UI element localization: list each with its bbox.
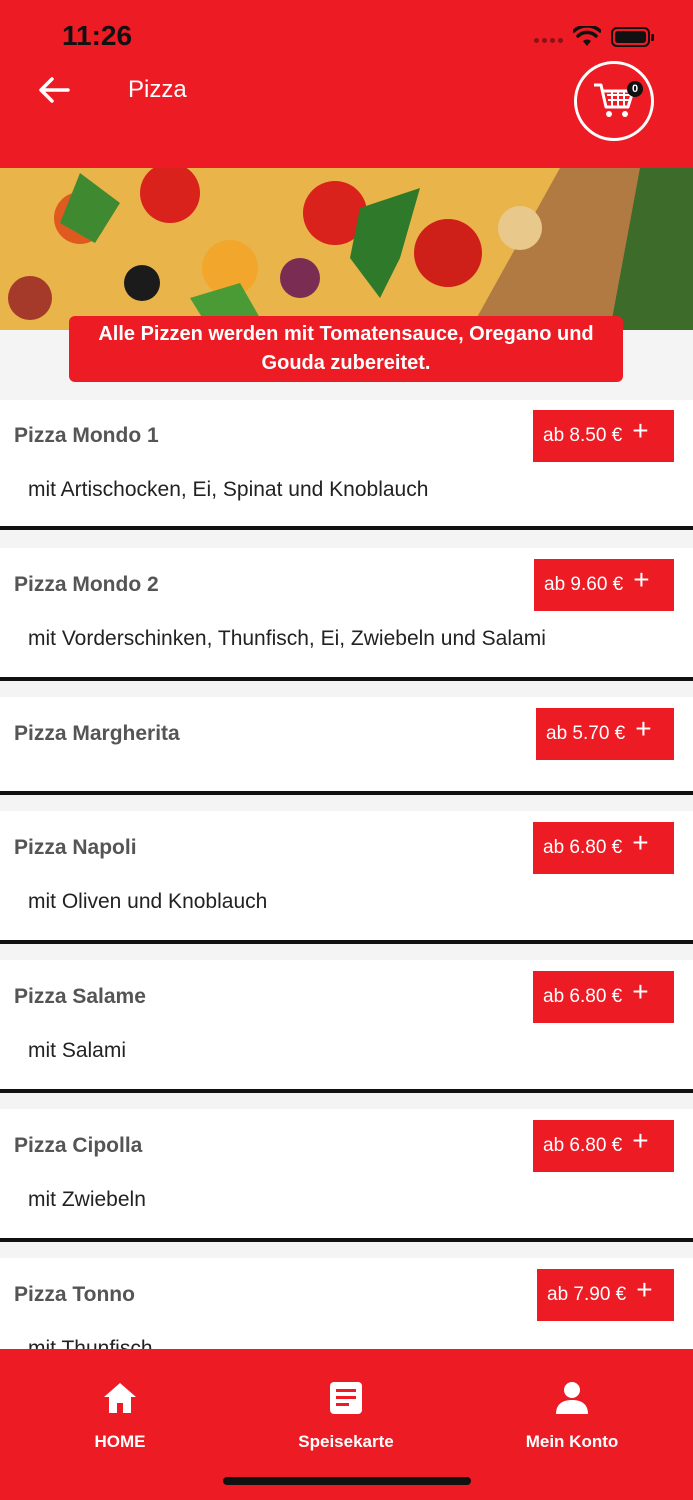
cart-button[interactable]: 0 — [574, 61, 654, 141]
signal-icon — [534, 32, 563, 43]
price-label: ab 8.50 € — [543, 425, 623, 446]
menu-item[interactable]: Pizza Salame ab 6.80 € + mit Salami — [0, 960, 693, 1093]
nav-account[interactable]: Mein Konto — [487, 1381, 657, 1452]
add-price-button[interactable]: ab 6.80 € + — [533, 822, 674, 874]
plus-icon: + — [632, 827, 649, 858]
pizza-illustration — [0, 168, 693, 330]
nav-account-label: Mein Konto — [525, 1432, 619, 1451]
plus-icon: + — [632, 976, 649, 1007]
menu-item[interactable]: Pizza Mondo 2 ab 9.60 € + mit Vorderschi… — [0, 548, 693, 681]
plus-icon: + — [635, 713, 652, 744]
price-label: ab 7.90 € — [547, 1284, 627, 1305]
item-name: Pizza Mondo 1 — [14, 424, 159, 447]
menu-item[interactable]: Pizza Mondo 1 ab 8.50 € + mit Artischock… — [0, 400, 693, 530]
add-price-button[interactable]: ab 6.80 € + — [533, 1120, 674, 1172]
user-icon — [556, 1382, 588, 1414]
item-name: Pizza Tonno — [14, 1283, 135, 1306]
nav-menu-label: Speisekarte — [298, 1432, 394, 1451]
price-label: ab 5.70 € — [546, 723, 626, 744]
page-title: Pizza — [128, 76, 187, 103]
nav-home-label: HOME — [94, 1432, 146, 1451]
status-time: 11:26 — [62, 20, 133, 51]
hero-pizza-image — [0, 168, 693, 330]
nav-menu[interactable]: Speisekarte — [261, 1381, 431, 1452]
item-name: Pizza Cipolla — [14, 1134, 143, 1157]
nav-home[interactable]: HOME — [35, 1381, 205, 1452]
plus-icon: + — [636, 1274, 653, 1305]
back-button[interactable] — [36, 72, 72, 108]
menu-item[interactable]: Pizza Cipolla ab 6.80 € + mit Zwiebeln — [0, 1109, 693, 1242]
price-label: ab 9.60 € — [544, 574, 624, 595]
menu-item[interactable]: Pizza Napoli ab 6.80 € + mit Oliven und … — [0, 811, 693, 944]
add-price-button[interactable]: ab 7.90 € + — [537, 1269, 674, 1321]
menu-item[interactable]: Pizza Margherita ab 5.70 € + — [0, 697, 693, 795]
add-price-button[interactable]: ab 8.50 € + — [533, 410, 674, 462]
app-header: 11:26 Pizza 0 — [0, 0, 693, 168]
home-indicator — [223, 1477, 471, 1485]
battery-icon — [611, 27, 654, 47]
status-icons — [534, 26, 655, 48]
item-description: mit Oliven und Knoblauch — [28, 890, 268, 913]
info-notice: Alle Pizzen werden mit Tomatensauce, Ore… — [69, 316, 623, 382]
wifi-icon — [573, 26, 601, 46]
price-label: ab 6.80 € — [543, 837, 623, 858]
add-price-button[interactable]: ab 9.60 € + — [534, 559, 674, 611]
plus-icon: + — [632, 415, 649, 446]
price-label: ab 6.80 € — [543, 1135, 623, 1156]
document-icon — [330, 1382, 362, 1414]
item-name: Pizza Napoli — [14, 836, 137, 859]
item-name: Pizza Margherita — [14, 722, 180, 745]
plus-icon: + — [632, 1125, 649, 1156]
price-label: ab 6.80 € — [543, 986, 623, 1007]
cart-count-badge: 0 — [627, 81, 643, 97]
item-name: Pizza Mondo 2 — [14, 573, 159, 596]
item-name: Pizza Salame — [14, 985, 146, 1008]
item-description: mit Artischocken, Ei, Spinat und Knoblau… — [28, 478, 429, 501]
add-price-button[interactable]: ab 6.80 € + — [533, 971, 674, 1023]
plus-icon: + — [633, 564, 650, 595]
add-price-button[interactable]: ab 5.70 € + — [536, 708, 674, 760]
arrow-left-icon — [39, 77, 70, 103]
item-description: mit Vorderschinken, Thunfisch, Ei, Zwieb… — [28, 627, 546, 650]
item-description: mit Zwiebeln — [28, 1188, 146, 1211]
item-description: mit Salami — [28, 1039, 127, 1062]
home-icon — [104, 1383, 136, 1413]
